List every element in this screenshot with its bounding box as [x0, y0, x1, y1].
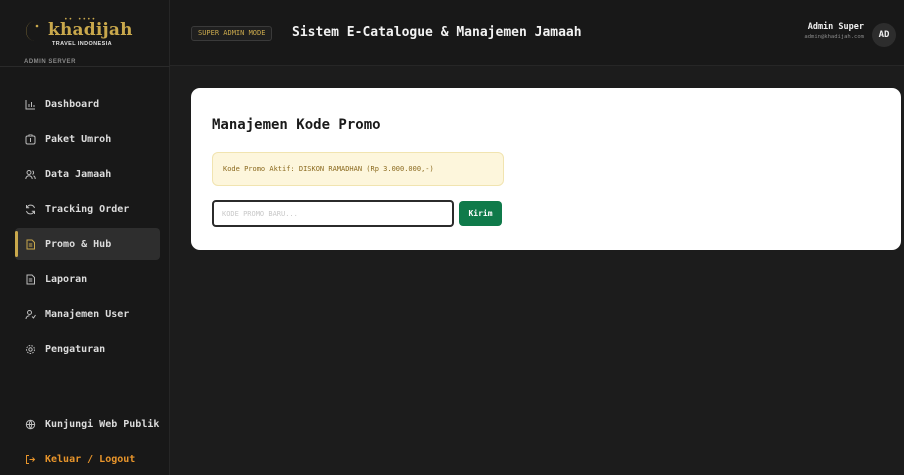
top-bar: SUPER ADMIN MODE Sistem E-Catalogue & Ma… — [170, 0, 904, 66]
refresh-icon — [23, 202, 37, 216]
active-promo-info: Kode Promo Aktif: DISKON RAMADHAN (Rp 3.… — [212, 152, 504, 186]
sidebar-item-label: Pengaturan — [45, 343, 106, 355]
visit-public-site-link[interactable]: Kunjungi Web Publik — [15, 408, 160, 440]
brand-name: khadijah — [48, 20, 133, 40]
sidebar-item-label: Tracking Order — [45, 203, 130, 215]
sidebar-item-label: Kunjungi Web Publik — [45, 418, 160, 430]
sidebar-nav: Dashboard Paket Umroh Data Jamaah Tracki… — [0, 88, 170, 368]
report-icon — [23, 272, 37, 286]
sidebar-item-pengaturan[interactable]: Pengaturan — [15, 333, 160, 365]
sidebar: •• •••• khadijah TRAVEL INDONESIA ADMIN … — [0, 0, 170, 475]
new-promo-code-input[interactable] — [212, 200, 454, 227]
package-icon — [23, 132, 37, 146]
users-icon — [23, 167, 37, 181]
chart-icon — [23, 97, 37, 111]
user-name: Admin Super — [807, 22, 864, 32]
sidebar-item-label: Manajemen User — [45, 308, 130, 320]
promo-card: Manajemen Kode Promo Kode Promo Aktif: D… — [191, 88, 901, 250]
crescent-logo-icon — [26, 21, 39, 41]
globe-icon — [23, 417, 37, 431]
brand-logo: •• •••• khadijah TRAVEL INDONESIA ADMIN … — [12, 8, 162, 68]
logout-icon — [23, 452, 37, 466]
gear-icon — [23, 342, 37, 356]
sidebar-item-label: Data Jamaah — [45, 168, 112, 180]
sidebar-item-dashboard[interactable]: Dashboard — [15, 88, 160, 120]
mode-badge: SUPER ADMIN MODE — [191, 26, 273, 41]
sidebar-item-promo-hub[interactable]: Promo & Hub — [15, 228, 160, 260]
card-title: Manajemen Kode Promo — [212, 117, 381, 133]
admin-app: •• •••• khadijah TRAVEL INDONESIA ADMIN … — [0, 0, 904, 475]
send-button[interactable]: Kirim — [459, 201, 502, 226]
logout-button[interactable]: Keluar / Logout — [15, 443, 160, 475]
sidebar-item-label: Paket Umroh — [45, 133, 112, 145]
sidebar-item-manajemen-user[interactable]: Manajemen User — [15, 298, 160, 330]
sidebar-item-data-jamaah[interactable]: Data Jamaah — [15, 158, 160, 190]
user-info: Admin Super admin@khadijah.com — [804, 22, 864, 40]
sidebar-item-label: Keluar / Logout — [45, 453, 136, 465]
document-icon — [23, 237, 37, 251]
server-label: ADMIN SERVER — [24, 59, 76, 65]
sidebar-item-label: Laporan — [45, 273, 88, 285]
user-manage-icon — [23, 307, 37, 321]
sidebar-divider — [0, 66, 170, 67]
page-title: Sistem E-Catalogue & Manajemen Jamaah — [292, 25, 582, 40]
sidebar-item-label: Dashboard — [45, 98, 100, 110]
user-email: admin@khadijah.com — [804, 34, 864, 40]
avatar[interactable]: AD — [872, 23, 896, 47]
sidebar-item-paket-umroh[interactable]: Paket Umroh — [15, 123, 160, 155]
sidebar-item-laporan[interactable]: Laporan — [15, 263, 160, 295]
sidebar-item-tracking-order[interactable]: Tracking Order — [15, 193, 160, 225]
sidebar-item-label: Promo & Hub — [45, 238, 112, 250]
sidebar-bottom: Kunjungi Web Publik Keluar / Logout — [0, 408, 170, 475]
brand-subtitle: TRAVEL INDONESIA — [52, 41, 112, 47]
